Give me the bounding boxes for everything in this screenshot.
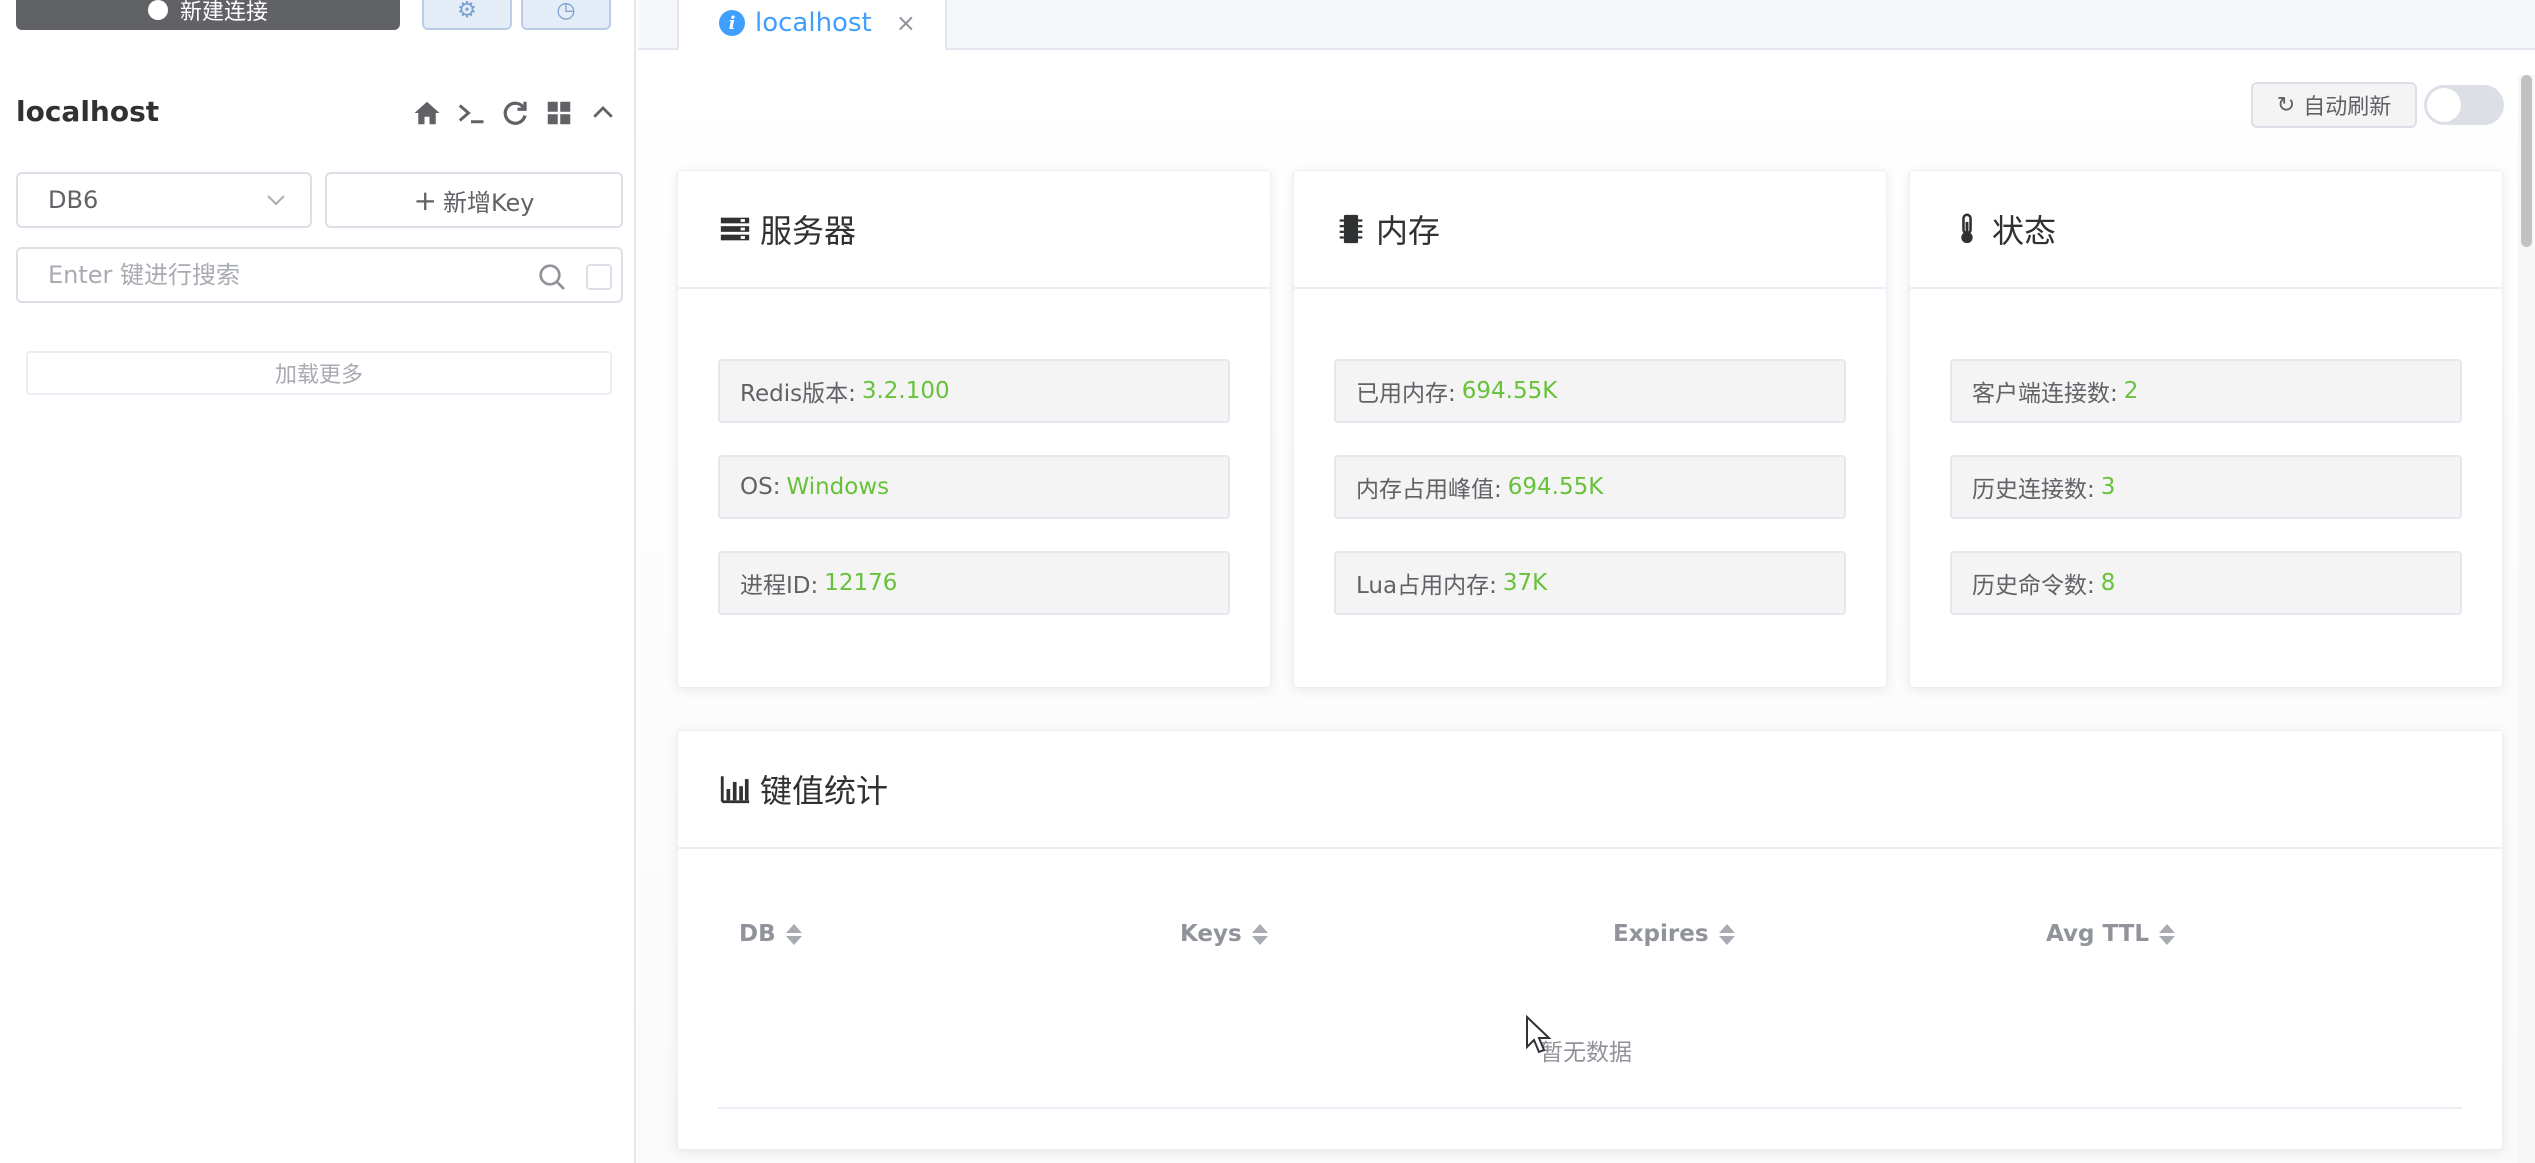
key-stats-header: 键值统计 <box>678 731 2502 849</box>
column-header-avg-ttl[interactable]: Avg TTL <box>2046 921 2176 947</box>
grid-icon[interactable] <box>542 96 576 130</box>
clock-icon: ◷ <box>556 0 576 23</box>
table-divider <box>718 1107 2462 1109</box>
new-connection-label: 新建连接 <box>179 0 268 25</box>
stat-label: 历史连接数: <box>1972 477 2095 503</box>
chevron-down-icon <box>267 195 285 206</box>
stat-connected-clients: 客户端连接数: 2 <box>1950 359 2462 423</box>
stat-value: 3.2.100 <box>861 378 950 404</box>
db-select[interactable]: DB6 <box>16 172 312 228</box>
new-key-button[interactable]: + 新增Key <box>325 172 623 228</box>
thermometer-icon <box>1950 212 1984 246</box>
auto-refresh-button[interactable]: ↻ 自动刷新 <box>2251 82 2417 128</box>
toggle-knob <box>2427 88 2461 122</box>
column-header-label: Keys <box>1180 921 1242 947</box>
stat-value: 3 <box>2100 474 2116 500</box>
key-search-input[interactable] <box>48 261 528 289</box>
db-select-value: DB6 <box>48 186 99 214</box>
new-connection-button[interactable]: 新建连接 <box>16 0 400 30</box>
load-more-button[interactable]: 加载更多 <box>26 351 612 395</box>
new-key-label: 新增Key <box>442 188 535 217</box>
column-header-expires[interactable]: Expires <box>1613 921 1735 947</box>
collapse-icon[interactable] <box>586 96 620 130</box>
stat-value: 8 <box>2100 570 2116 596</box>
status-card-title: 状态 <box>1992 212 2057 250</box>
stat-label: 进程ID: <box>740 573 819 599</box>
info-icon: i <box>719 10 745 36</box>
memory-card-header: 内存 <box>1294 171 1886 289</box>
server-card-title: 服务器 <box>760 212 857 250</box>
history-button[interactable]: ◷ <box>521 0 611 30</box>
stat-lua-memory: Lua占用内存: 37K <box>1334 551 1846 615</box>
stat-used-memory: 已用内存: 694.55K <box>1334 359 1846 423</box>
column-header-label: Expires <box>1613 921 1709 947</box>
memory-card-title: 内存 <box>1376 212 1441 250</box>
stat-value: 37K <box>1502 570 1548 596</box>
memory-chip-icon <box>1334 212 1368 246</box>
stat-label: 历史命令数: <box>1972 573 2095 599</box>
column-header-label: DB <box>739 921 776 947</box>
table-empty-text: 暂无数据 <box>1540 1040 1632 1066</box>
key-search-box <box>16 247 623 303</box>
column-header-keys[interactable]: Keys <box>1180 921 1268 947</box>
close-icon[interactable]: × <box>896 9 916 37</box>
status-card: 状态 客户端连接数: 2 历史连接数: 3 历史命令数: 8 <box>1909 170 2503 688</box>
connection-sidebar: 新建连接 ⚙ ◷ localhost DB6 + 新增Key Enter 键进行… <box>0 0 636 1163</box>
server-icon <box>718 212 752 246</box>
mouse-cursor-icon <box>1526 1015 1552 1054</box>
server-card-header: 服务器 <box>678 171 1270 289</box>
settings-button[interactable]: ⚙ <box>422 0 512 30</box>
sort-icon[interactable] <box>785 923 802 945</box>
auto-refresh-toggle[interactable] <box>2424 85 2504 125</box>
stat-label: 内存占用峰值: <box>1356 477 1502 503</box>
terminal-icon[interactable] <box>454 96 488 130</box>
sort-icon[interactable] <box>1718 923 1735 945</box>
key-stats-card: 键值统计 DB Keys Expires Avg TTL 暂无数据 <box>677 730 2503 1150</box>
stat-value: 694.55K <box>1461 378 1558 404</box>
plus-circle-icon <box>147 0 168 20</box>
sort-icon[interactable] <box>1251 923 1268 945</box>
stat-total-connections: 历史连接数: 3 <box>1950 455 2462 519</box>
refresh-icon[interactable] <box>498 96 532 130</box>
stat-value: 12176 <box>824 570 898 596</box>
stat-value: 2 <box>2123 378 2139 404</box>
bar-chart-icon <box>718 772 752 806</box>
plus-icon: + <box>413 183 437 217</box>
stat-label: Lua占用内存: <box>1356 573 1497 599</box>
sort-icon[interactable] <box>2159 923 2176 945</box>
refresh-small-icon: ↻ <box>2276 92 2296 118</box>
column-header-db[interactable]: DB <box>739 921 802 947</box>
stat-label: 已用内存: <box>1356 381 1456 407</box>
main-scrollbar[interactable] <box>2518 75 2535 1163</box>
stat-label: 客户端连接数: <box>1972 381 2118 407</box>
column-header-label: Avg TTL <box>2046 921 2150 947</box>
stat-total-commands: 历史命令数: 8 <box>1950 551 2462 615</box>
server-card: 服务器 Redis版本: 3.2.100 OS: Windows 进程ID: 1… <box>677 170 1271 688</box>
tab-label: localhost <box>755 8 872 38</box>
stat-os: OS: Windows <box>718 455 1230 519</box>
stat-label: OS: <box>740 474 781 500</box>
key-stats-title: 键值统计 <box>760 772 889 810</box>
gear-icon: ⚙ <box>457 0 477 23</box>
stat-peak-memory: 内存占用峰值: 694.55K <box>1334 455 1846 519</box>
stat-value: Windows <box>786 474 890 500</box>
stat-value: 694.55K <box>1507 474 1604 500</box>
status-card-header: 状态 <box>1910 171 2502 289</box>
tab-localhost[interactable]: i localhost × <box>677 0 947 50</box>
auto-refresh-label: 自动刷新 <box>2303 95 2392 120</box>
scrollbar-thumb[interactable] <box>2521 75 2532 247</box>
stat-process-id: 进程ID: 12176 <box>718 551 1230 615</box>
search-icon[interactable] <box>536 261 568 293</box>
connection-name: localhost <box>16 95 160 128</box>
exact-search-checkbox[interactable] <box>586 264 612 290</box>
stat-redis-version: Redis版本: 3.2.100 <box>718 359 1230 423</box>
home-icon[interactable] <box>410 96 444 130</box>
stat-label: Redis版本: <box>740 381 856 407</box>
memory-card: 内存 已用内存: 694.55K 内存占用峰值: 694.55K Lua占用内存… <box>1293 170 1887 688</box>
connection-toolbar <box>410 96 620 130</box>
